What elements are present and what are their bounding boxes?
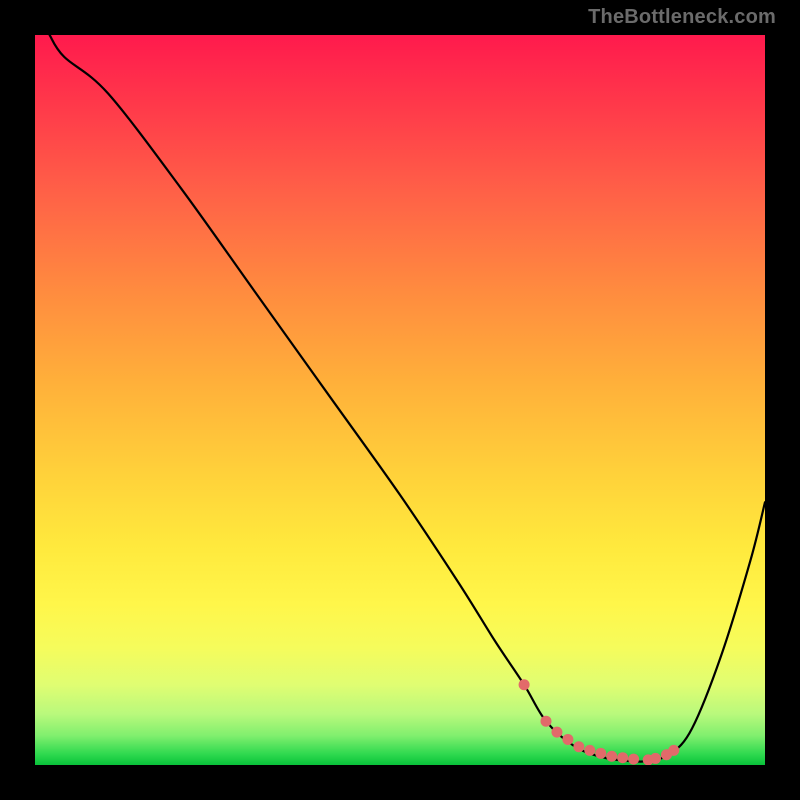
valley-marker-dot [628,754,639,765]
chart-frame: TheBottleneck.com [0,0,800,800]
valley-marker-dot [573,741,584,752]
valley-marker-dot [584,745,595,756]
valley-marker-dot [519,679,530,690]
valley-marker-dot [562,734,573,745]
valley-marker-dot [617,752,628,763]
valley-marker-dot [650,753,661,764]
plot-svg [35,35,765,765]
plot-background [35,35,765,765]
valley-markers [519,679,680,765]
bottleneck-curve [50,35,765,762]
watermark-text: TheBottleneck.com [588,6,776,29]
valley-marker-dot [606,751,617,762]
valley-marker-dot [551,727,562,738]
valley-marker-dot [541,716,552,727]
valley-marker-dot [595,748,606,759]
valley-marker-dot [668,745,679,756]
